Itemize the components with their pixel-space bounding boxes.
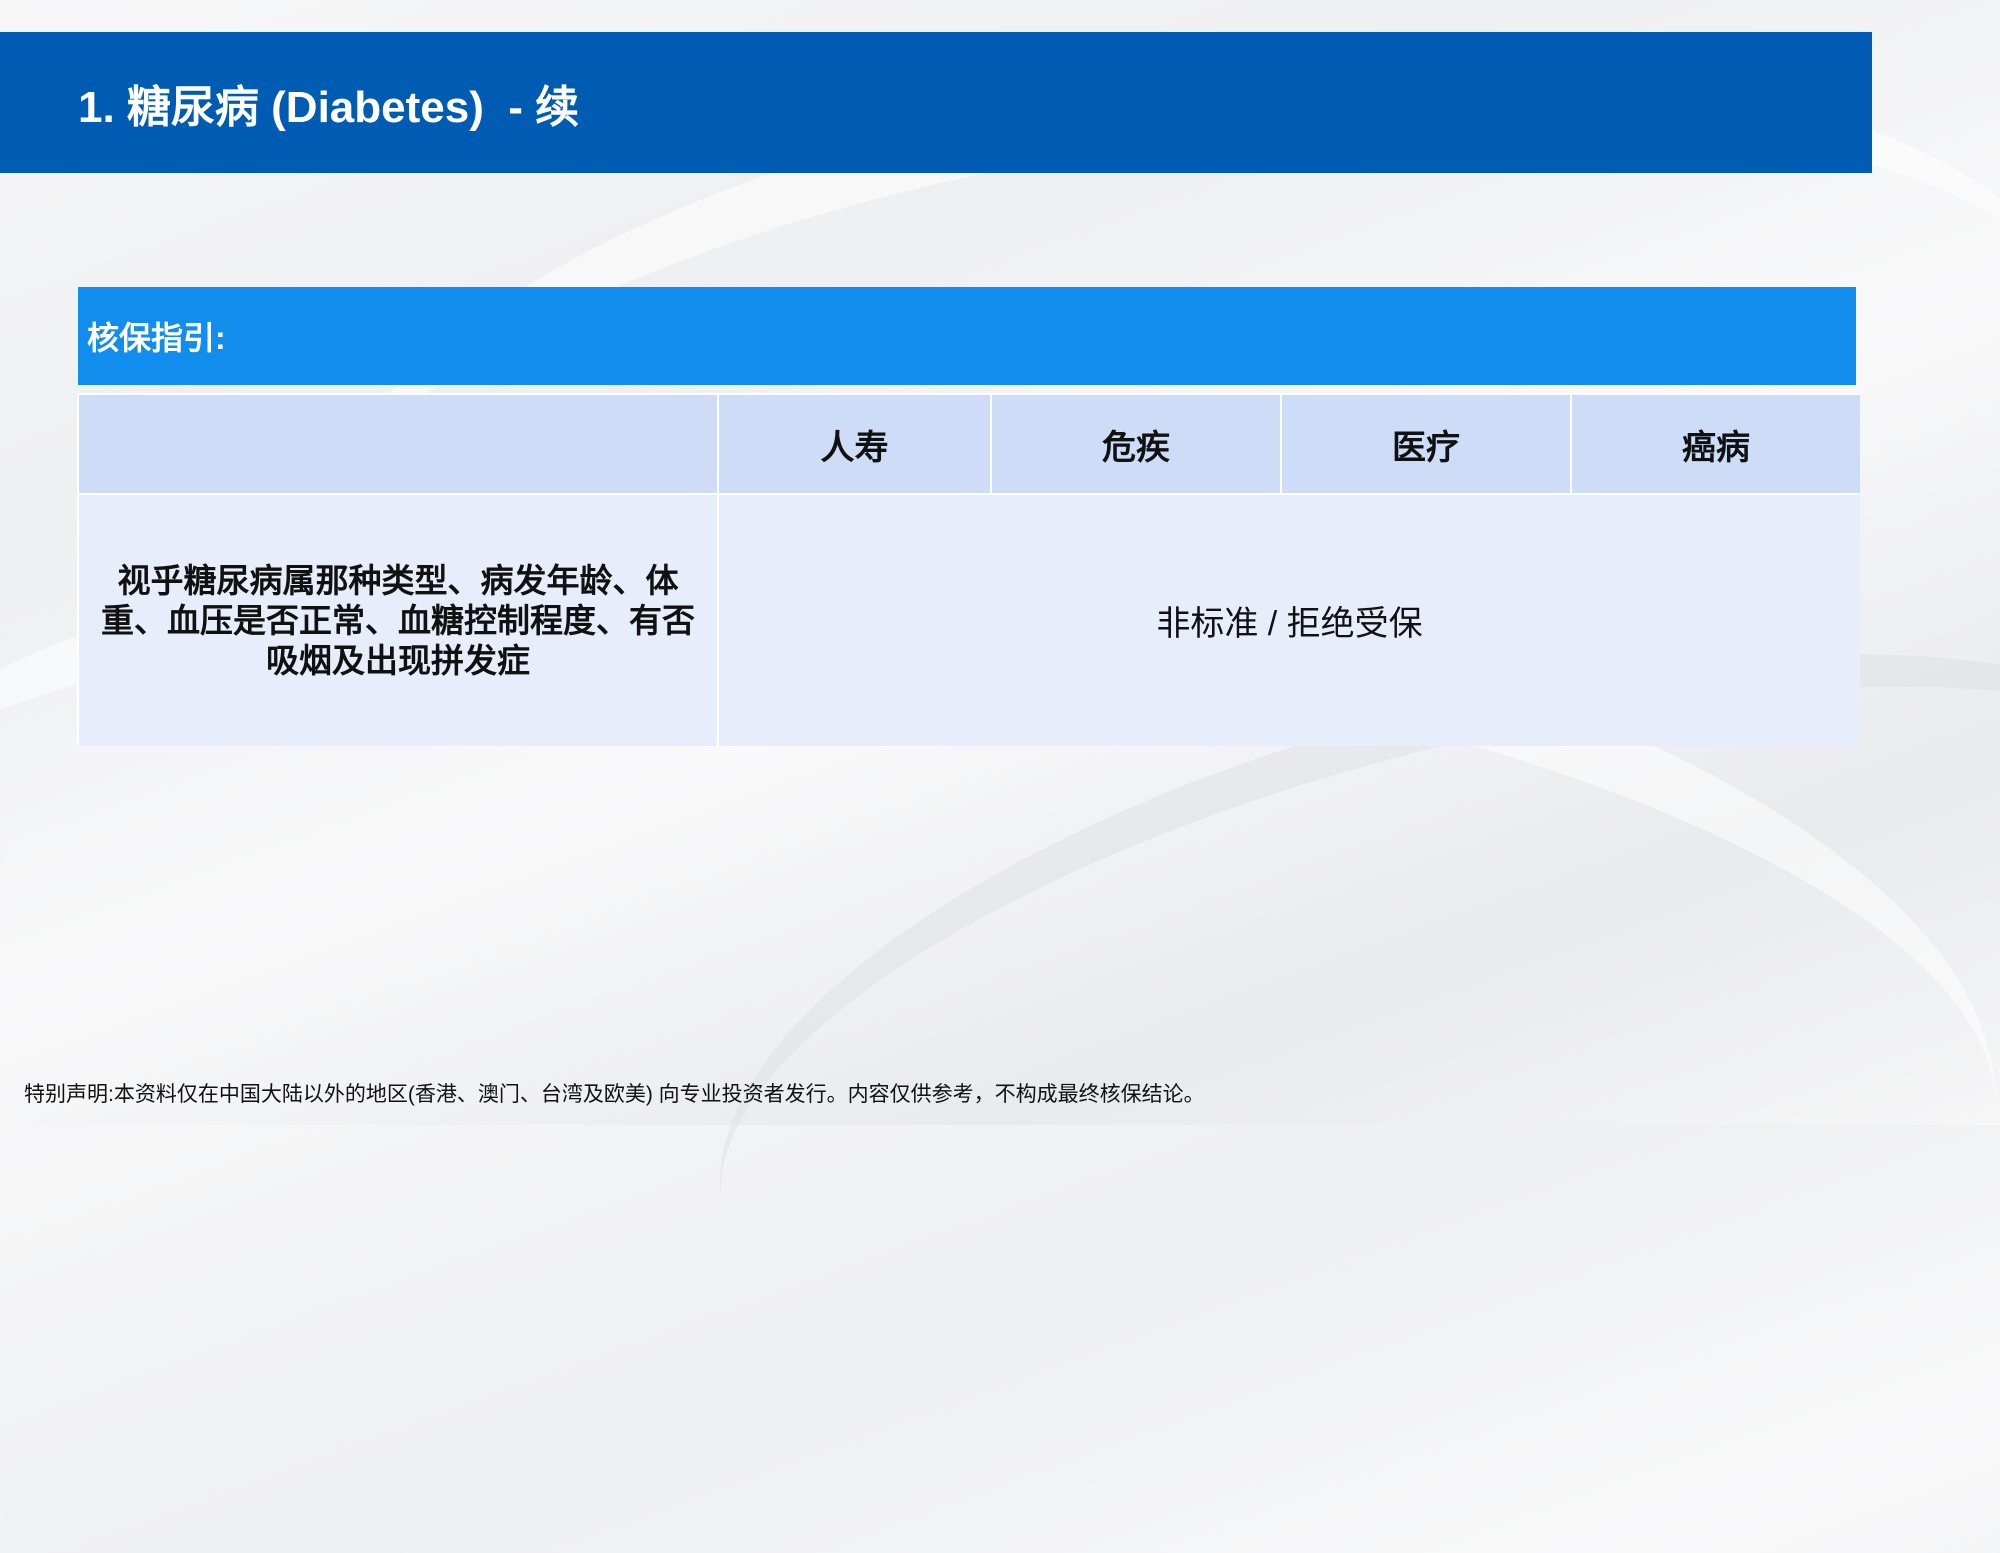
table-header-life: 人寿	[719, 395, 990, 493]
underwriting-guide-label: 核保指引:	[87, 320, 226, 356]
table-header-medical: 医疗	[1282, 395, 1570, 493]
table-header-critical-illness: 危疾	[992, 395, 1280, 493]
table-row-decision: 非标准 / 拒绝受保	[719, 495, 1860, 746]
underwriting-guide-bar: 核保指引:	[78, 287, 1856, 385]
title-bar: 1. 糖尿病 (Diabetes) - 续	[0, 32, 1872, 173]
table-header-empty	[79, 395, 717, 493]
table-header-cancer: 癌病	[1572, 395, 1860, 493]
page-title: 1. 糖尿病 (Diabetes) - 续	[78, 82, 580, 132]
disclaimer-text: 特别声明:本资料仅在中国大陆以外的地区(香港、澳门、台湾及欧美) 向专业投资者发…	[24, 1083, 1205, 1106]
underwriting-table: 人寿 危疾 医疗 癌病 视乎糖尿病属那种类型、病发年龄、体重、血压是否正常、血糖…	[77, 393, 1860, 746]
table-row-condition: 视乎糖尿病属那种类型、病发年龄、体重、血压是否正常、血糖控制程度、有否吸烟及出现…	[79, 495, 717, 746]
